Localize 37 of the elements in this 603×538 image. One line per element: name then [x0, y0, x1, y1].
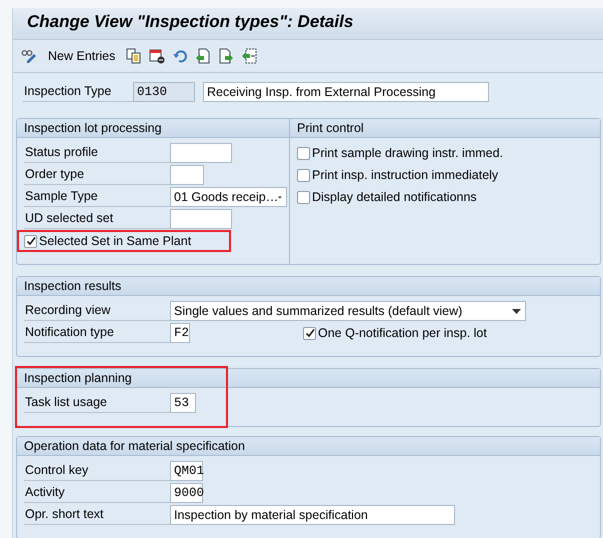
- delete-row-icon[interactable]: [149, 48, 166, 64]
- window-title: Change View "Inspection types": Details: [13, 8, 603, 40]
- new-entries-button[interactable]: New Entries: [44, 49, 120, 63]
- input-field[interactable]: F2: [170, 323, 190, 343]
- caret-icon: [512, 308, 521, 314]
- dropdown-field[interactable]: 01 Goods receip…: [170, 187, 287, 207]
- input-field[interactable]: [170, 143, 232, 163]
- checkbox-label: One Q-notification per insp. lot: [318, 326, 487, 340]
- previous-page-icon[interactable]: [195, 48, 212, 64]
- copy-icon[interactable]: [126, 48, 142, 64]
- checkbox[interactable]: [297, 168, 310, 182]
- group-title: Inspection lot processing: [17, 119, 289, 138]
- checkbox-label: Display detailed notificationns: [312, 190, 477, 204]
- select-rows-icon[interactable]: [241, 48, 258, 64]
- checkbox[interactable]: [297, 146, 310, 160]
- next-page-icon[interactable]: [218, 48, 234, 64]
- checkbox[interactable]: [303, 326, 316, 340]
- group-title: Print control: [290, 119, 600, 138]
- input-field[interactable]: [170, 165, 204, 185]
- group-title: Inspection results: [17, 277, 600, 296]
- group-title: Operation data for material specification: [17, 437, 600, 456]
- checkbox[interactable]: [24, 234, 37, 248]
- checkbox-label: Selected Set in Same Plant: [39, 234, 192, 248]
- checkbox[interactable]: [297, 190, 310, 204]
- input-field[interactable]: [170, 209, 232, 229]
- checkbox-label: Print sample drawing instr. immed.: [312, 146, 504, 160]
- input-field[interactable]: QM01: [170, 461, 203, 481]
- glasses-pencil-icon[interactable]: [21, 48, 37, 64]
- checkbox-label: Print insp. instruction immediately: [312, 168, 498, 182]
- description-field[interactable]: Receiving Insp. from External Processing: [203, 82, 489, 102]
- dropdown-field[interactable]: Single values and summarized results (default view): [170, 301, 526, 321]
- input-field[interactable]: 9000: [170, 483, 203, 503]
- undo-icon[interactable]: [172, 48, 188, 64]
- inspection-type-field[interactable]: 0130: [133, 82, 195, 102]
- input-field[interactable]: 53: [170, 393, 196, 413]
- group-title: Inspection planning: [17, 369, 600, 388]
- input-field[interactable]: Inspection by material specification: [170, 505, 455, 525]
